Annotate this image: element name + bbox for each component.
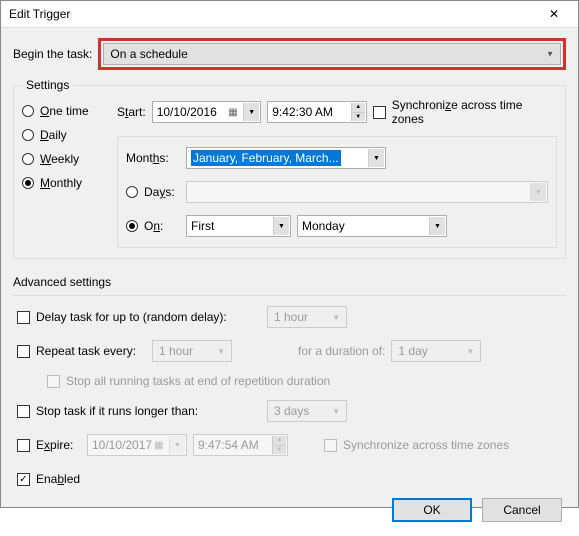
settings-group: Settings One time Daily Weekly [13,78,566,259]
start-time-value: 9:42:30 AM [272,105,333,119]
stop-running-label: Stop all running tasks at end of repetit… [66,374,330,388]
chevron-down-icon: ▼ [273,217,289,235]
enabled-label: Enabled [36,472,80,486]
calendar-icon: ▦ [154,440,168,451]
button-bar: OK Cancel [13,490,566,526]
edit-trigger-window: Edit Trigger ✕ Begin the task: On a sche… [0,0,579,508]
titlebar: Edit Trigger ✕ [1,1,578,28]
duration-value: 1 day [398,344,427,358]
duration-select: 1 day ▼ [391,340,481,362]
highlight-box: On a schedule ▼ [98,38,566,70]
expire-date-picker: 10/10/2017 ▦ ▼ [87,434,187,456]
recurrence-radios: One time Daily Weekly Monthly [22,98,107,248]
start-time-picker[interactable]: 9:42:30 AM ▲▼ [267,101,367,123]
radio-weekly[interactable]: Weekly [22,152,107,166]
radio-icon [22,177,34,189]
chevron-down-icon: ▼ [530,183,546,201]
delay-select: 1 hour ▼ [267,306,347,328]
schedule-column: Start: 10/10/2016 ▦ ▼ 9:42:30 AM ▲▼ Sync… [117,98,557,248]
begin-row: Begin the task: On a schedule ▼ [13,38,566,70]
stop-if-select: 3 days ▼ [267,400,347,422]
close-button[interactable]: ✕ [534,1,574,27]
on-ordinal-value: First [191,219,214,233]
chevron-down-icon: ▼ [466,347,474,356]
advanced-group: Delay task for up to (random delay): 1 h… [13,295,566,490]
expire-sync-label: Synchronize across time zones [343,438,509,452]
dialog-body: Begin the task: On a schedule ▼ Settings… [1,28,578,536]
advanced-legend: Advanced settings [13,275,566,289]
settings-legend: Settings [22,78,73,92]
radio-days[interactable]: Days: [126,185,180,199]
radio-icon [126,220,138,232]
expire-sync-checkbox [324,439,337,452]
start-date-picker[interactable]: 10/10/2016 ▦ ▼ [152,101,262,123]
on-weekday-value: Monday [302,219,345,233]
stop-if-value: 3 days [274,404,309,418]
repeat-select: 1 hour ▼ [152,340,232,362]
stop-if-checkbox[interactable] [17,405,30,418]
radio-monthly[interactable]: Monthly [22,176,107,190]
months-value: January, February, March... [191,150,341,166]
enabled-checkbox[interactable] [17,473,30,486]
expire-label: Expire: [36,438,81,452]
stop-running-checkbox [47,375,60,388]
radio-icon [22,129,34,141]
time-spinner: ▲▼ [272,436,286,454]
calendar-icon: ▦ [228,107,242,118]
radio-icon [22,153,34,165]
expire-checkbox[interactable] [17,439,30,452]
sync-tz-checkbox[interactable] [373,106,386,119]
sync-tz-label: Synchronize across time zones [392,98,557,126]
repeat-label: Repeat task every: [36,344,146,358]
begin-task-value: On a schedule [110,47,187,61]
chevron-down-icon: ▼ [169,436,185,454]
cancel-button[interactable]: Cancel [482,498,562,522]
radio-one-time[interactable]: One time [22,104,107,118]
expire-time-value: 9:47:54 AM [198,438,259,452]
expire-date-value: 10/10/2017 [92,438,152,452]
delay-value: 1 hour [274,310,308,324]
months-label: Months: [126,151,180,165]
chevron-down-icon: ▼ [217,347,225,356]
months-select[interactable]: January, February, March... ▼ [186,147,386,169]
start-date-value: 10/10/2016 [157,105,217,119]
expire-time-picker: 9:47:54 AM ▲▼ [193,434,288,456]
delay-checkbox[interactable] [17,311,30,324]
begin-task-label: Begin the task: [13,47,92,61]
radio-icon [126,186,138,198]
chevron-down-icon: ▼ [368,149,384,167]
chevron-down-icon: ▼ [546,50,554,59]
window-title: Edit Trigger [9,7,534,21]
radio-on[interactable]: On: [126,219,180,233]
radio-icon [22,105,34,117]
repeat-checkbox[interactable] [17,345,30,358]
on-ordinal-select[interactable]: First ▼ [186,215,291,237]
duration-label: for a duration of: [298,344,385,358]
chevron-down-icon: ▼ [429,217,445,235]
chevron-down-icon: ▼ [332,407,340,416]
repeat-value: 1 hour [159,344,193,358]
monthly-group: Months: January, February, March... ▼ Da… [117,136,557,248]
on-weekday-select[interactable]: Monday ▼ [297,215,447,237]
chevron-down-icon: ▼ [243,103,259,121]
time-spinner[interactable]: ▲▼ [351,103,365,121]
stop-if-label: Stop task if it runs longer than: [36,404,261,418]
ok-button[interactable]: OK [392,498,472,522]
radio-daily[interactable]: Daily [22,128,107,142]
begin-task-combobox[interactable]: On a schedule ▼ [103,43,561,65]
start-label: Start: [117,105,146,119]
chevron-down-icon: ▼ [332,313,340,322]
delay-label: Delay task for up to (random delay): [36,310,261,324]
days-select: ▼ [186,181,548,203]
close-icon: ✕ [549,7,559,21]
